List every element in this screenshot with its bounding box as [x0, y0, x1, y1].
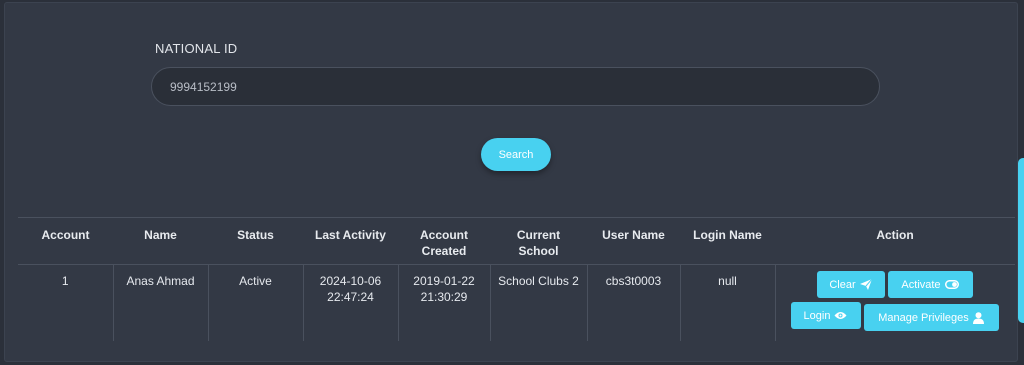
cell-current-school: School Clubs 2 — [489, 264, 587, 341]
activate-button-label: Activate — [901, 278, 941, 291]
search-button[interactable]: Search — [481, 138, 551, 171]
table-row: 1 Anas Ahmad Active 2024-10-06 22:47:24 … — [18, 264, 1015, 341]
cell-created-time: 21:30:29 — [420, 290, 468, 304]
header-current-school-line2: School — [518, 244, 559, 258]
header-account-created-line2: Created — [421, 244, 467, 258]
cell-created-date: 2019-01-22 — [413, 274, 475, 288]
cell-user-name: cbs3t0003 — [586, 264, 680, 341]
side-drawer-tab[interactable] — [1018, 158, 1024, 323]
header-login-name: Login Name — [680, 217, 775, 265]
clear-button[interactable]: Clear — [816, 271, 885, 298]
cell-account-created: 2019-01-22 21:30:29 — [397, 264, 490, 341]
national-id-label: NATIONAL ID — [155, 41, 238, 56]
cell-last-activity: 2024-10-06 22:47:24 — [302, 264, 398, 341]
national-id-input[interactable] — [151, 67, 880, 106]
manage-privileges-button[interactable]: Manage Privileges — [863, 304, 999, 331]
eye-icon — [834, 311, 847, 320]
clear-button-label: Clear — [829, 278, 856, 291]
login-button-label: Login — [803, 309, 831, 322]
cell-status: Active — [207, 264, 303, 341]
header-name: Name — [113, 217, 208, 265]
cell-account: 1 — [61, 274, 69, 288]
paper-plane-icon — [859, 279, 872, 290]
header-account-created-line1: Account — [420, 228, 468, 242]
cell-last-activity-date: 2024-10-06 — [319, 274, 382, 288]
activate-button[interactable]: Activate — [887, 271, 973, 298]
header-user-name: User Name — [587, 217, 680, 265]
cell-action: Clear Activate Login Manage Privileges — [774, 264, 1015, 341]
cell-name: Anas Ahmad — [112, 264, 208, 341]
header-last-activity: Last Activity — [303, 217, 398, 265]
header-account-created: Account Created — [398, 217, 490, 265]
header-account: Account — [18, 217, 113, 265]
table-header-row: Account Name Status Last Activity Accoun… — [18, 217, 1015, 265]
cell-login-name: null — [679, 264, 775, 341]
header-action: Action — [775, 217, 1015, 265]
manage-privileges-button-label: Manage Privileges — [878, 311, 969, 324]
header-current-school-line1: Current — [516, 228, 561, 242]
header-current-school: Current School — [490, 217, 587, 265]
user-icon — [972, 311, 984, 324]
toggle-icon — [944, 280, 959, 289]
page: NATIONAL ID Search Account Name Status L… — [0, 0, 1024, 365]
login-button[interactable]: Login — [790, 302, 861, 329]
cell-last-activity-time: 22:47:24 — [327, 290, 374, 304]
results-table: Account Name Status Last Activity Accoun… — [18, 217, 1015, 341]
header-status: Status — [208, 217, 303, 265]
